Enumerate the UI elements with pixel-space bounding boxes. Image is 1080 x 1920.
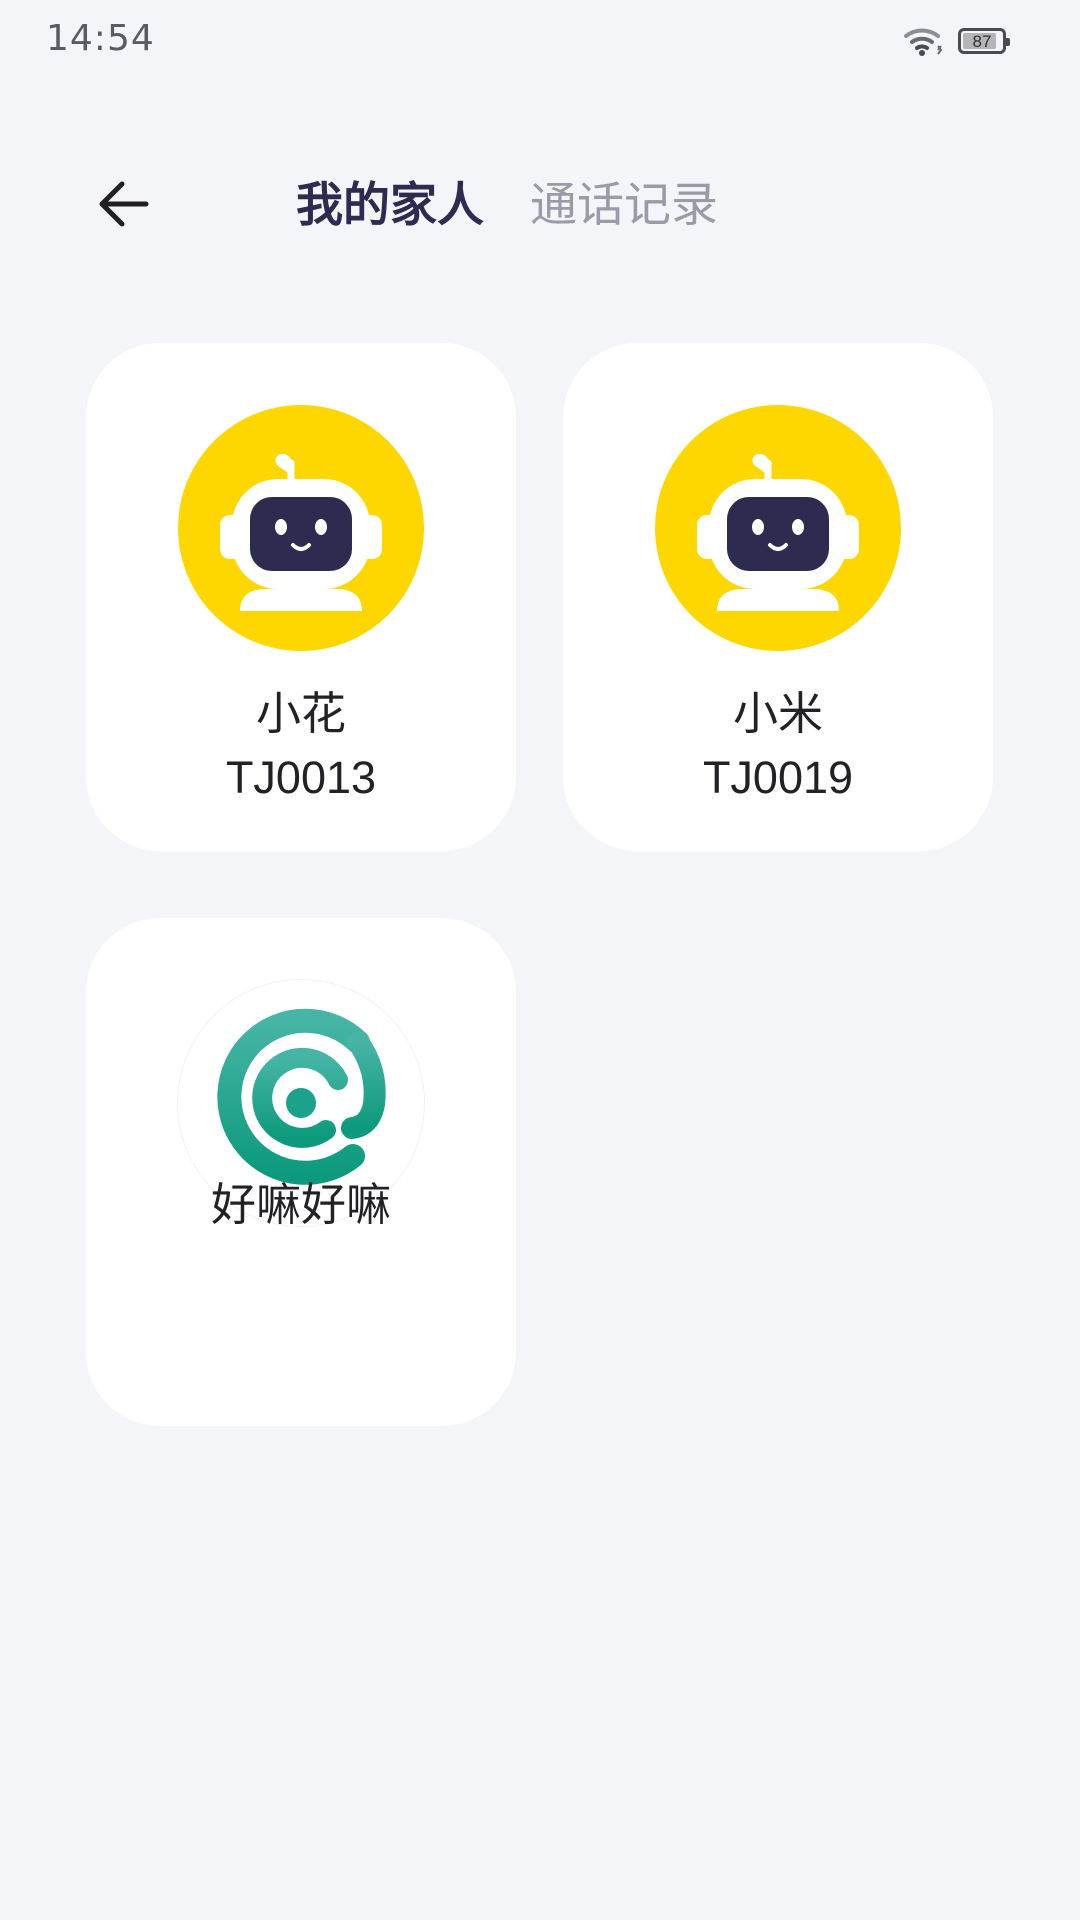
status-icons: 87 (904, 26, 1010, 56)
contact-code: TJ0013 (225, 752, 377, 803)
contact-name: 好嘛好嘛 (210, 1178, 391, 1231)
battery-level: 87 (972, 31, 992, 51)
status-time: 14:54 (46, 18, 155, 59)
contact-card[interactable]: 小米 TJ0019 (563, 343, 993, 851)
contact-card[interactable]: 好嘛好嘛 (86, 918, 516, 1426)
tab-bar: 我的家人 通话记录 (296, 170, 718, 242)
screen: 14:54 87 我的家人 通话记录 小花 TJ0013 小米 TJ0019 好… (0, 0, 1080, 1920)
arrow-left-icon (96, 176, 152, 236)
robot-icon (178, 405, 424, 651)
wifi-icon (904, 26, 944, 56)
battery-icon: 87 (958, 28, 1010, 54)
tab-my-family[interactable]: 我的家人 (296, 170, 484, 242)
contact-card[interactable]: 小花 TJ0013 (86, 343, 516, 851)
contact-name: 小米 (732, 687, 823, 740)
robot-icon (655, 405, 901, 651)
contact-code: TJ0019 (702, 752, 854, 803)
tab-call-records[interactable]: 通话记录 (530, 170, 718, 242)
contact-name: 小花 (255, 687, 346, 740)
back-button[interactable] (88, 170, 160, 242)
